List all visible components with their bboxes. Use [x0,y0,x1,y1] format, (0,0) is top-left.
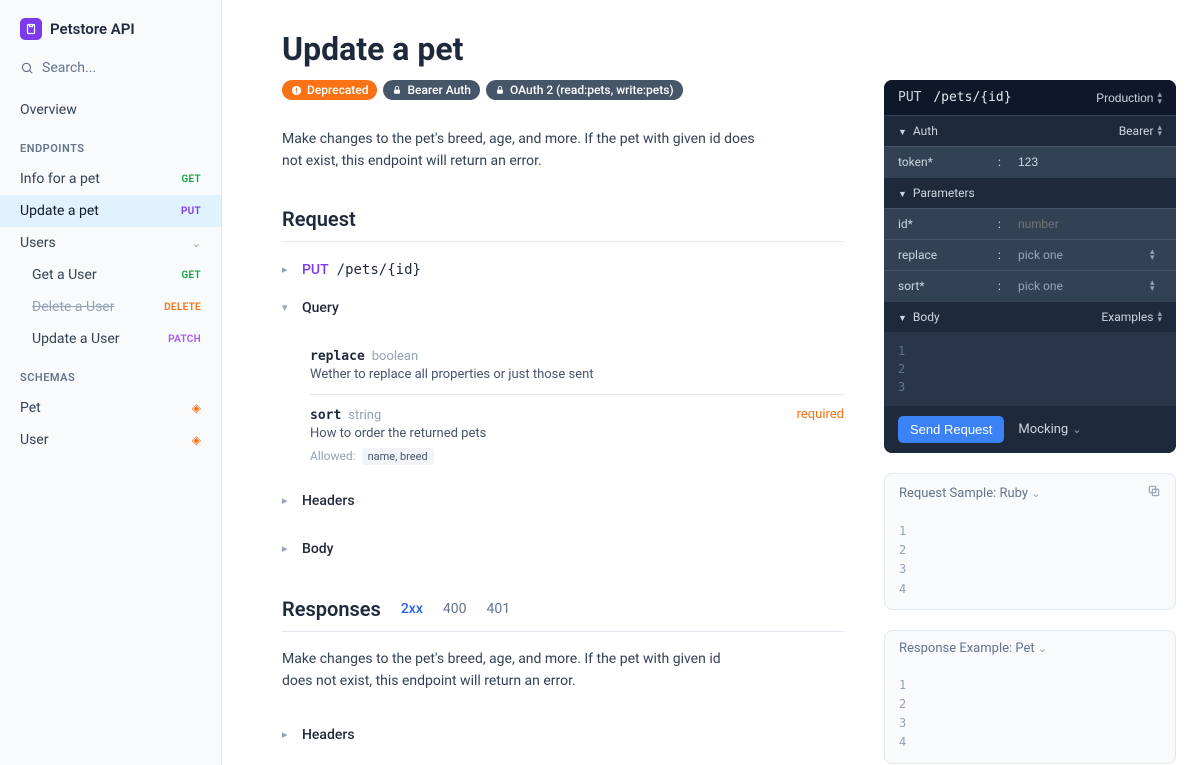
id-input[interactable] [1018,217,1140,231]
chevron-down-icon: ⌄ [1038,642,1047,655]
param-replace: replace boolean Wether to replace all pr… [310,336,844,394]
nav-users[interactable]: Users ⌄ [0,227,221,259]
sort-icon: ▴▾ [1157,125,1162,138]
caret-down-icon: ▾ [282,301,294,314]
query-toggle[interactable]: ▾ Query [282,284,844,332]
tab-400[interactable]: 400 [443,601,467,617]
chevron-down-icon: ⌄ [1031,487,1040,500]
nav-update-pet[interactable]: Update a pet PUT [0,195,221,227]
search[interactable]: Search... [0,52,221,90]
headers-toggle[interactable]: ▸ Headers [282,477,844,525]
sort-icon: ▴▾ [1150,249,1162,262]
cube-icon: ◈ [192,401,201,415]
endpoint-row[interactable]: ▸ PUT /pets/{id} [282,256,844,284]
response-desc: Make changes to the pet's breed, age, an… [282,648,742,693]
schema-user[interactable]: User ◈ [0,424,221,456]
search-icon [20,61,34,75]
response-code: 1 2 3 4 [885,666,1175,763]
warning-icon [291,85,302,96]
token-row: token* : [884,146,1176,177]
nav: Overview ENDPOINTS Info for a pet GET Up… [0,90,221,460]
schema-pet[interactable]: Pet ◈ [0,392,221,424]
brand-icon [20,18,42,40]
sidebar: Petstore API Search... Overview ENDPOINT… [0,0,222,765]
request-sample-panel: Request Sample: Ruby ⌄ 1 2 3 4 [884,473,1176,610]
response-example-panel: Response Example: Pet ⌄ 1 2 3 4 [884,630,1176,764]
nav-delete-user[interactable]: Delete a User DELETE [0,291,221,323]
resp-headers-toggle[interactable]: ▸ Headers [282,711,844,759]
id-row: id*: [884,208,1176,239]
try-panel: PUT /pets/{id} Production ▴▾ ▼Auth Beare… [884,80,1176,453]
description: Make changes to the pet's breed, age, an… [282,128,772,173]
caret-right-icon: ▸ [282,263,294,276]
tag-bearer: Bearer Auth [383,80,480,100]
nav-update-user[interactable]: Update a User PATCH [0,323,221,355]
lock-icon [392,85,402,95]
response-select[interactable]: Response Example: Pet ⌄ [899,641,1047,656]
caret-down-icon: ▼ [898,190,907,200]
tag-oauth: OAuth 2 (read:pets, write:pets) [486,80,683,100]
params-toggle[interactable]: ▼Parameters [884,177,1176,208]
try-panel-column: PUT /pets/{id} Production ▴▾ ▼Auth Beare… [884,0,1200,765]
replace-select[interactable]: pick one [1018,248,1140,262]
sort-icon: ▴▾ [1157,311,1162,324]
mocking-select[interactable]: Mocking ⌄ [1018,422,1081,437]
sort-icon: ▴▾ [1150,280,1162,293]
chevron-down-icon: ⌄ [192,237,201,250]
search-placeholder: Search... [42,60,96,76]
tab-2xx[interactable]: 2xx [401,601,423,617]
sort-icon: ▴▾ [1157,91,1162,104]
cube-icon: ◈ [192,433,201,447]
page-title: Update a pet [282,30,844,68]
endpoints-heading: ENDPOINTS [0,126,221,163]
panel-header: PUT /pets/{id} Production ▴▾ [884,80,1176,115]
body-toggle[interactable]: ▸ Body [282,525,844,573]
schemas-heading: SCHEMAS [0,355,221,392]
sample-select[interactable]: Request Sample: Ruby ⌄ [899,486,1040,501]
auth-toggle[interactable]: ▼Auth Bearer▴▾ [884,115,1176,146]
content: Update a pet Deprecated Bearer Auth OAut… [222,0,884,765]
nav-overview[interactable]: Overview [0,94,221,126]
sort-row: sort*: pick one ▴▾ [884,270,1176,301]
tab-401[interactable]: 401 [486,601,510,617]
token-input[interactable] [1018,155,1140,169]
responses-heading: Responses [282,597,381,621]
copy-icon[interactable] [1147,484,1161,502]
brand[interactable]: Petstore API [0,0,221,52]
environment-select[interactable]: Production ▴▾ [1096,91,1162,105]
replace-row: replace: pick one ▴▾ [884,239,1176,270]
caret-right-icon: ▸ [282,542,294,555]
lock-icon [495,85,505,95]
body-editor[interactable]: 1 2 3 [884,332,1176,406]
caret-down-icon: ▼ [898,128,907,138]
chevron-down-icon: ⌄ [1072,423,1081,436]
sort-select[interactable]: pick one [1018,279,1140,293]
brand-name: Petstore API [50,20,135,38]
nav-get-user[interactable]: Get a User GET [0,259,221,291]
nav-info-pet[interactable]: Info for a pet GET [0,163,221,195]
sample-code: 1 2 3 4 [885,512,1175,609]
caret-right-icon: ▸ [282,728,294,741]
caret-down-icon: ▼ [898,314,907,324]
tag-deprecated: Deprecated [282,80,377,100]
send-request-button[interactable]: Send Request [898,416,1004,443]
caret-right-icon: ▸ [282,494,294,507]
body-panel-toggle[interactable]: ▼Body Examples▴▾ [884,301,1176,332]
request-heading: Request [282,207,844,242]
param-sort: sort string required How to order the re… [310,394,844,477]
